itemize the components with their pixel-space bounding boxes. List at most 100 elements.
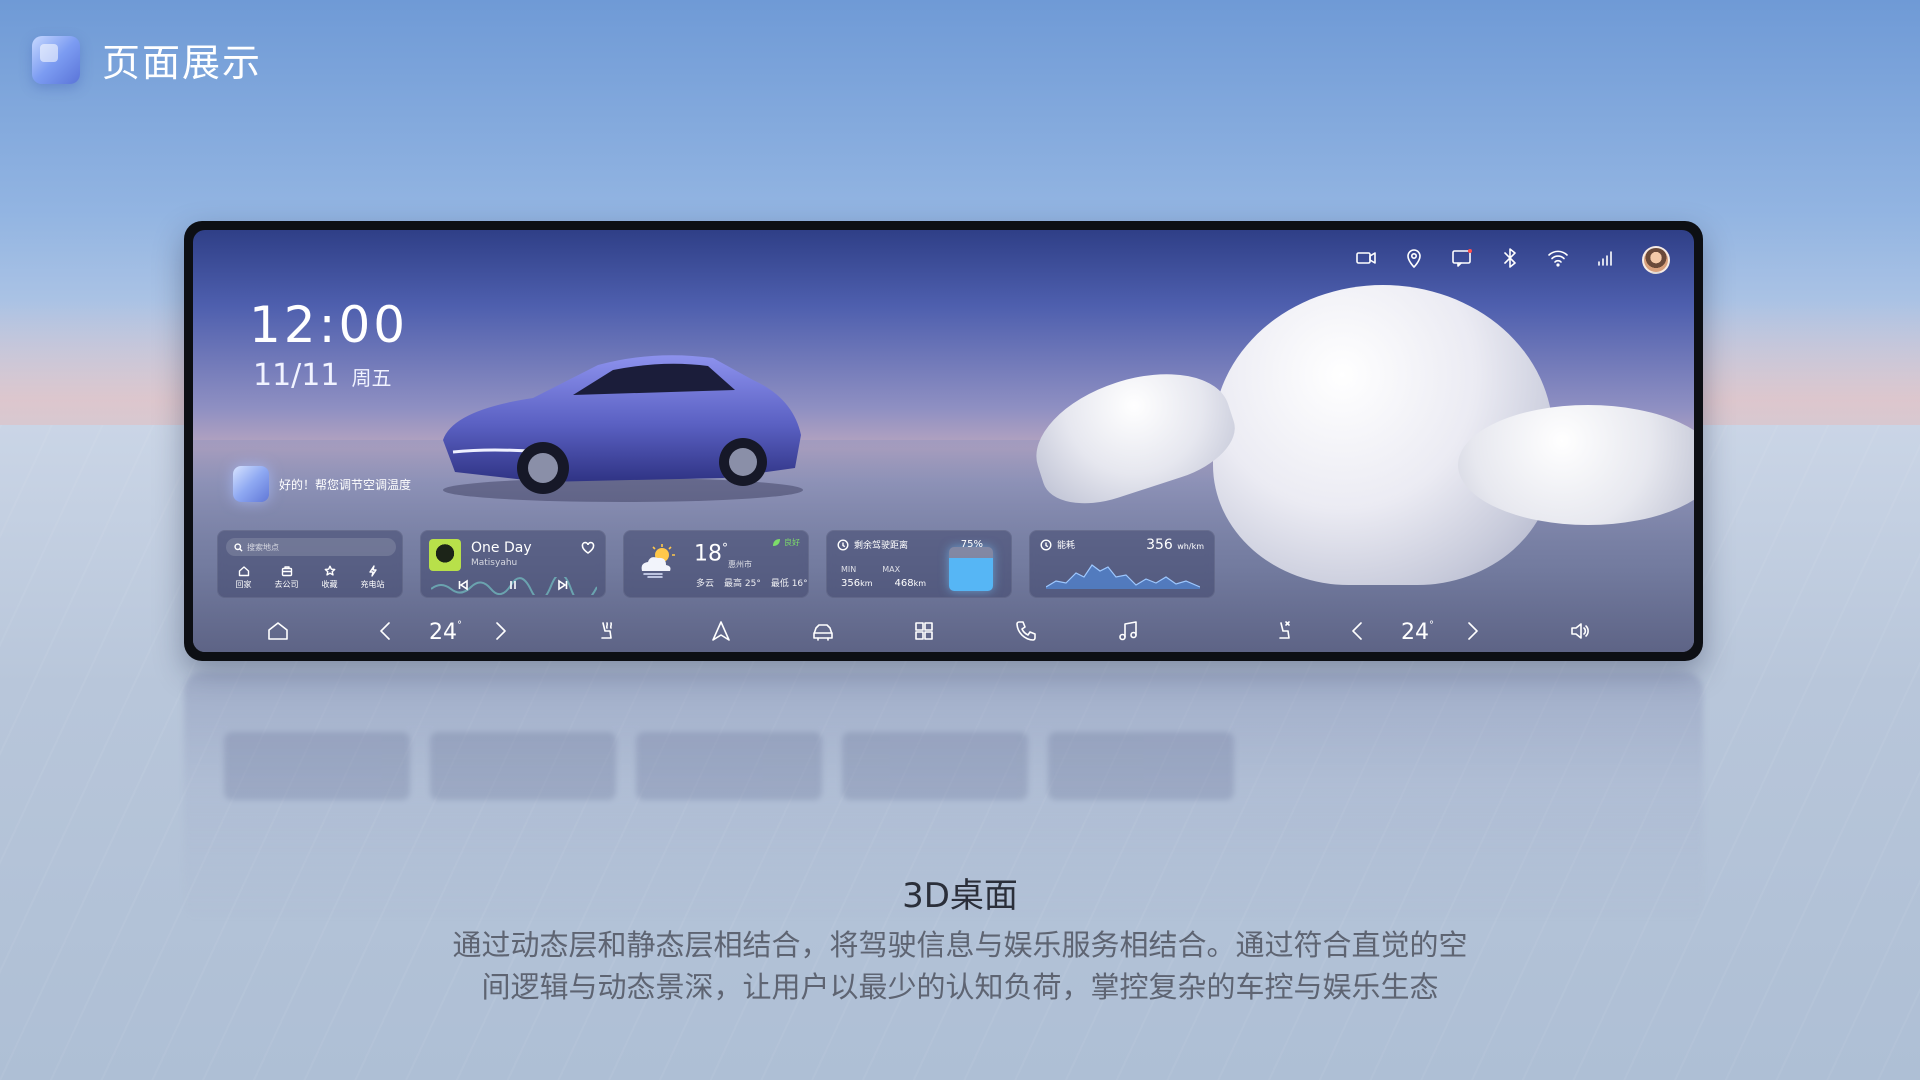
car-model-image[interactable]	[423, 340, 823, 505]
temperature-unit: °	[722, 541, 728, 555]
bluetooth-icon[interactable]	[1498, 246, 1522, 274]
navigation-widget[interactable]: 搜索地点 回家 去公司 收藏 充电站	[217, 530, 403, 598]
range-max: 468km	[895, 578, 927, 589]
wifi-icon[interactable]	[1546, 246, 1570, 274]
reflection-widgets	[224, 732, 1234, 800]
chevron-right-icon[interactable]	[487, 618, 513, 648]
chevron-left-icon[interactable]	[373, 618, 399, 648]
air-quality-badge: 良好	[772, 537, 800, 548]
weather-high: 最高 25°	[724, 579, 761, 589]
heart-icon[interactable]	[581, 541, 595, 555]
cube-logo-icon	[32, 35, 80, 84]
energy-sparkline	[1046, 564, 1200, 589]
temperature-value: 18	[694, 541, 722, 567]
nav-shortcut-home[interactable]: 回家	[236, 565, 252, 590]
weather-details: 多云 最高 25° 最低 16°	[696, 576, 808, 589]
car-display-device: 12:00 11/11 周五 好的！帮您调节空调温度 搜索地点 回家 去公司 收…	[184, 221, 1703, 661]
energy-header: 能耗	[1040, 538, 1075, 551]
star-icon	[324, 565, 335, 576]
search-placeholder: 搜索地点	[247, 542, 279, 552]
music-controls	[457, 579, 569, 591]
location-pin-icon[interactable]	[1402, 246, 1426, 274]
page-title: 页面展示	[102, 41, 263, 85]
right-climate-temp: 24°	[1401, 620, 1434, 645]
caption-body: 通过动态层和静态层相结合，将驾驶信息与娱乐服务相结合。通过符合直觉的空 间逻辑与…	[380, 924, 1540, 1008]
nav-shortcut-charging[interactable]: 充电站	[361, 565, 385, 590]
energy-value: 356 wh/km	[1146, 537, 1204, 553]
apps-grid-icon[interactable]	[911, 618, 937, 648]
seat-heating-icon[interactable]	[593, 618, 619, 648]
next-track-icon[interactable]	[557, 579, 569, 591]
range-min-label: MIN	[841, 565, 857, 574]
music-note-icon[interactable]	[1115, 618, 1141, 648]
phone-icon[interactable]	[1013, 618, 1039, 648]
reflection-widget	[224, 732, 410, 800]
caption-title: 3D桌面	[902, 876, 1018, 916]
camera-icon[interactable]	[1354, 246, 1378, 274]
leaf-icon	[773, 539, 780, 546]
volume-icon[interactable]	[1567, 618, 1593, 648]
weather-condition: 多云	[696, 579, 715, 589]
range-min-value: 356	[841, 578, 861, 589]
weather-temperature: 18°	[694, 541, 728, 566]
left-temp-value: 24	[429, 620, 457, 645]
energy-title: 能耗	[1057, 541, 1076, 551]
clock-time: 12:00	[249, 296, 409, 354]
bottom-dock: 24° 24°	[193, 608, 1694, 652]
nav-shortcut-label: 去公司	[274, 580, 299, 589]
nav-shortcut-office[interactable]: 去公司	[275, 565, 299, 590]
right-temp-value: 24	[1401, 620, 1429, 645]
driving-range-widget[interactable]: 剩余驾驶距离 MIN MAX 356km 468km 75%	[826, 530, 1012, 598]
range-values: 356km 468km	[841, 578, 926, 589]
weather-city: 惠州市	[728, 560, 752, 569]
caption-line-2: 间逻辑与动态景深，让用户以最少的认知负荷，掌控复杂的车控与娱乐生态	[481, 970, 1439, 1004]
battery-gauge-icon	[837, 538, 849, 551]
home-icon	[238, 566, 249, 577]
message-icon[interactable]	[1450, 246, 1474, 274]
pause-icon[interactable]	[507, 579, 519, 591]
range-unit: km	[860, 579, 873, 588]
search-icon	[234, 542, 243, 552]
nav-shortcut-label: 回家	[235, 580, 252, 589]
caption-line-1: 通过动态层和静态层相结合，将驾驶信息与娱乐服务相结合。通过符合直觉的空	[452, 928, 1468, 962]
energy-gauge-icon	[1040, 538, 1052, 551]
song-artist: Matisyahu	[471, 558, 518, 568]
search-input[interactable]: 搜索地点	[226, 538, 396, 556]
seat-ventilation-icon[interactable]	[1271, 618, 1297, 648]
weather-widget[interactable]: 18° 惠州市 良好 多云 最高 25° 最低 16°	[623, 530, 809, 598]
reflection-widget	[430, 732, 616, 800]
car-display-screen: 12:00 11/11 周五 好的！帮您调节空调温度 搜索地点 回家 去公司 收…	[193, 230, 1694, 652]
album-cover[interactable]	[429, 539, 461, 571]
previous-track-icon[interactable]	[457, 579, 469, 591]
nav-shortcut-label: 收藏	[321, 580, 338, 589]
range-header: 剩余驾驶距离	[837, 538, 908, 551]
range-title: 剩余驾驶距离	[854, 541, 909, 551]
battery-cube-icon	[949, 547, 993, 591]
left-climate-temp: 24°	[429, 620, 462, 645]
assistant-cube-icon[interactable]	[233, 466, 269, 502]
clock-date: 11/11 周五	[253, 358, 391, 393]
reflection-widget	[636, 732, 822, 800]
navigation-arrow-icon[interactable]	[708, 618, 734, 648]
reflection-widget	[1048, 732, 1234, 800]
chevron-right-icon[interactable]	[1459, 618, 1485, 648]
home-icon[interactable]	[265, 618, 291, 648]
car-icon[interactable]	[810, 618, 836, 648]
date-value: 11/11	[253, 358, 340, 393]
weekday-value: 周五	[351, 366, 392, 390]
voice-assistant[interactable]: 好的！帮您调节空调温度	[233, 466, 411, 502]
range-unit: km	[913, 579, 927, 588]
user-avatar[interactable]	[1642, 246, 1670, 274]
music-widget[interactable]: One Day Matisyahu	[420, 530, 606, 598]
nav-shortcut-favorites[interactable]: 收藏	[322, 565, 338, 590]
temp-degree: °	[1429, 620, 1434, 631]
reflection-widget	[842, 732, 1028, 800]
chevron-left-icon[interactable]	[1345, 618, 1371, 648]
energy-unit: wh/km	[1177, 542, 1204, 551]
signal-icon	[1594, 246, 1618, 274]
lightning-icon	[368, 565, 377, 577]
air-quality-value: 良好	[784, 538, 800, 547]
assistant-reply: 好的！帮您调节空调温度	[279, 477, 412, 492]
energy-consumption-widget[interactable]: 能耗 356 wh/km	[1029, 530, 1215, 598]
partly-cloudy-icon	[641, 544, 675, 578]
